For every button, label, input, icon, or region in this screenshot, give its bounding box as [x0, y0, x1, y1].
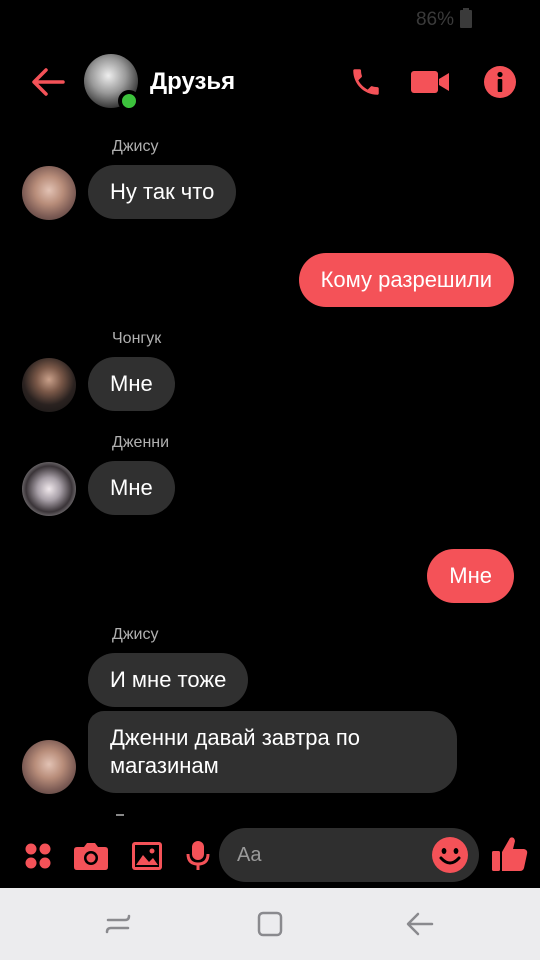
voice-message-button[interactable] — [180, 838, 216, 874]
recent-apps-button[interactable] — [98, 906, 138, 942]
info-button[interactable] — [480, 62, 520, 102]
recent-apps-icon — [105, 914, 131, 934]
avatar[interactable] — [22, 358, 76, 412]
incoming-message[interactable]: Дженни давай завтра по магазинам — [88, 711, 457, 793]
composer-bar — [0, 826, 540, 888]
chat-header: Друзья — [0, 44, 540, 120]
video-icon — [411, 71, 449, 93]
battery-level: 86% — [415, 9, 454, 30]
incoming-message[interactable]: Ну так что — [88, 165, 237, 219]
emoji-button[interactable] — [431, 836, 469, 874]
incoming-message[interactable]: И мне тоже — [88, 653, 249, 707]
emoji-icon — [432, 837, 468, 873]
back-arrow-icon — [32, 68, 65, 96]
sender-name: Дженни — [112, 434, 170, 451]
avatar[interactable] — [22, 740, 76, 794]
sender-name: Джису — [112, 138, 159, 155]
like-button[interactable] — [490, 834, 530, 874]
video-call-button[interactable] — [410, 62, 450, 102]
online-indicator — [118, 90, 140, 112]
camera-button[interactable] — [73, 838, 109, 874]
partial-sender-label — [116, 814, 124, 816]
outgoing-message[interactable]: Мне — [427, 549, 514, 603]
back-button[interactable] — [28, 64, 68, 100]
sender-name: Чонгук — [112, 330, 162, 347]
chat-title[interactable]: Друзья — [150, 68, 235, 96]
system-back-button[interactable] — [400, 906, 440, 942]
battery-icon — [460, 8, 472, 28]
microphone-icon — [186, 841, 210, 870]
info-icon — [484, 66, 516, 98]
outgoing-message[interactable]: Кому разрешили — [298, 253, 514, 307]
camera-icon — [74, 843, 108, 870]
apps-button[interactable] — [20, 838, 56, 874]
gallery-button[interactable] — [129, 838, 165, 874]
home-button[interactable] — [250, 906, 290, 942]
avatar[interactable] — [22, 462, 76, 516]
status-bar: 86% — [0, 0, 540, 40]
home-icon — [257, 911, 283, 937]
incoming-message[interactable]: Мне — [88, 461, 175, 515]
avatar[interactable] — [22, 166, 76, 220]
image-icon — [132, 842, 162, 870]
phone-icon — [353, 69, 379, 95]
apps-grid-icon — [25, 843, 51, 869]
system-nav-bar — [0, 888, 540, 960]
nav-back-icon — [406, 912, 434, 936]
voice-call-button[interactable] — [346, 62, 386, 102]
sender-name: Джису — [112, 626, 159, 643]
thumbs-up-icon — [492, 837, 528, 871]
incoming-message[interactable]: Мне — [88, 357, 175, 411]
